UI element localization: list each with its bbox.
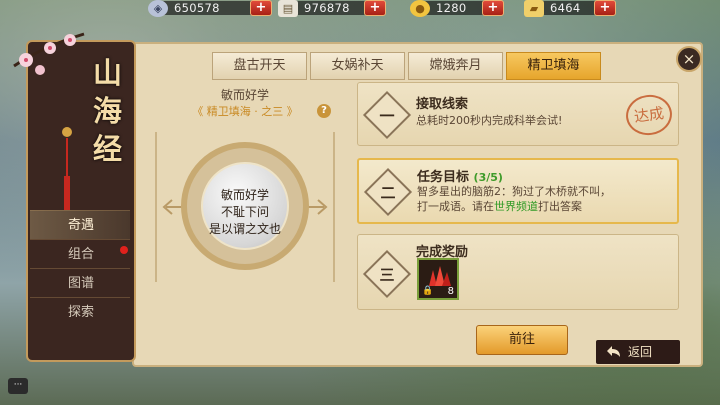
title-char: 山 (93, 56, 123, 90)
side-menu: 奇遇 组合 图谱 探索 (30, 210, 130, 326)
menu-item-combo[interactable]: 组合 (30, 239, 130, 268)
task-desc: 总耗时200秒内完成科举会试! (416, 114, 563, 127)
task-desc-text: 打出答案 (538, 200, 582, 213)
task-title-text: 任务目标 (417, 170, 470, 185)
task-desc-line: 智多星出的脑筋2：狗过了木桥就不叫， (417, 185, 611, 198)
step-number: 一 (379, 107, 395, 125)
tab-nuwa[interactable]: 女娲补天 (310, 52, 405, 80)
page-title: 山 海 经 (93, 54, 135, 209)
menu-item-label: 组合 (68, 247, 95, 262)
task-progress: (3/5) (473, 171, 503, 184)
add-gold-button[interactable]: + (482, 0, 504, 16)
task-step-2: 二 任务目标 (3/5) 智多星出的脑筋2：狗过了木桥就不叫， 打一成语。请在世… (357, 158, 679, 224)
tab-pangu[interactable]: 盘古开天 (212, 52, 307, 80)
menu-item-explore[interactable]: 探索 (30, 297, 130, 326)
world-channel-link[interactable]: 世界频道 (494, 200, 538, 213)
notification-dot (120, 246, 128, 254)
help-icon[interactable]: ? (317, 104, 331, 118)
task-desc: 智多星出的脑筋2：狗过了木桥就不叫， 打一成语。请在世界频道打出答案 (417, 184, 611, 214)
plum-blossom-icon (13, 32, 85, 75)
back-label: 返回 (628, 345, 653, 359)
task-desc-text: 打一成语。请在 (417, 200, 494, 213)
puzzle-line: 不耻下问 (220, 205, 269, 219)
scroll-icon: ▤ (278, 0, 298, 17)
coin-tassel-icon (62, 127, 72, 212)
resource-scroll: ▤ 976878 + (278, 0, 398, 17)
back-arrow-icon (607, 346, 620, 357)
menu-item-encounter[interactable]: 奇遇 (30, 210, 130, 239)
puzzle-line: 是以谓之文也 (208, 222, 281, 236)
tab-jingwei[interactable]: 精卫填海 (506, 52, 601, 80)
close-button[interactable]: × (676, 46, 702, 72)
add-silver-button[interactable]: + (250, 0, 272, 16)
resource-ingot: ▰ 6464 + (524, 0, 624, 17)
add-ingot-button[interactable]: + (594, 0, 616, 16)
puzzle-card: 敏而好学 《 精卫填海 · 之三 》 ? 敏而好学 不耻下问 是以谓之文也 (146, 82, 344, 362)
add-scroll-button[interactable]: + (364, 0, 386, 16)
ingot-value: 6464 (550, 1, 581, 15)
scroll-value: 976878 (304, 1, 350, 15)
go-button[interactable]: 前往 (476, 325, 568, 355)
task-step-3: 三 完成奖励 (357, 234, 679, 310)
step-number: 三 (379, 266, 395, 284)
silver-coin-icon: ◈ (148, 0, 168, 17)
lock-icon: 🔒 (422, 286, 434, 296)
tab-change[interactable]: 嫦娥奔月 (408, 52, 503, 80)
menu-item-atlas[interactable]: 图谱 (30, 268, 130, 297)
chat-icon[interactable]: ··· (8, 378, 28, 394)
puzzle-title: 敏而好学 (220, 88, 269, 102)
chapter-tabs: 盘古开天 女娲补天 嫦娥奔月 精卫填海 (212, 52, 604, 80)
red-crystal-icon (429, 266, 451, 286)
puzzle-subtitle: 《 精卫填海 · 之三 》 (192, 105, 298, 118)
gold-coin-icon: ● (410, 0, 430, 17)
back-button[interactable]: 返回 (596, 340, 680, 364)
title-char: 海 (93, 94, 123, 128)
task-step-1: 一 接取线索 总耗时200秒内完成科举会试! 达成 (357, 82, 679, 146)
resource-gold: ● 1280 + (410, 0, 510, 17)
task-desc-line: 打一成语。请在世界频道打出答案 (417, 199, 611, 214)
puzzle-line: 敏而好学 (220, 188, 269, 202)
reward-item[interactable]: 🔒 8 (417, 258, 459, 300)
title-char: 经 (93, 132, 123, 166)
gold-value: 1280 (436, 1, 467, 15)
completed-stamp: 达成 (623, 91, 675, 139)
task-title: 接取线索 (416, 97, 469, 112)
reward-count: 8 (447, 286, 454, 297)
puzzle-text: 敏而好学 不耻下问 是以谓之文也 (186, 187, 304, 238)
silver-value: 650578 (174, 1, 220, 15)
gold-ingot-icon: ▰ (524, 0, 544, 17)
step-number: 二 (380, 184, 396, 202)
task-title: 任务目标 (3/5) (417, 166, 503, 185)
